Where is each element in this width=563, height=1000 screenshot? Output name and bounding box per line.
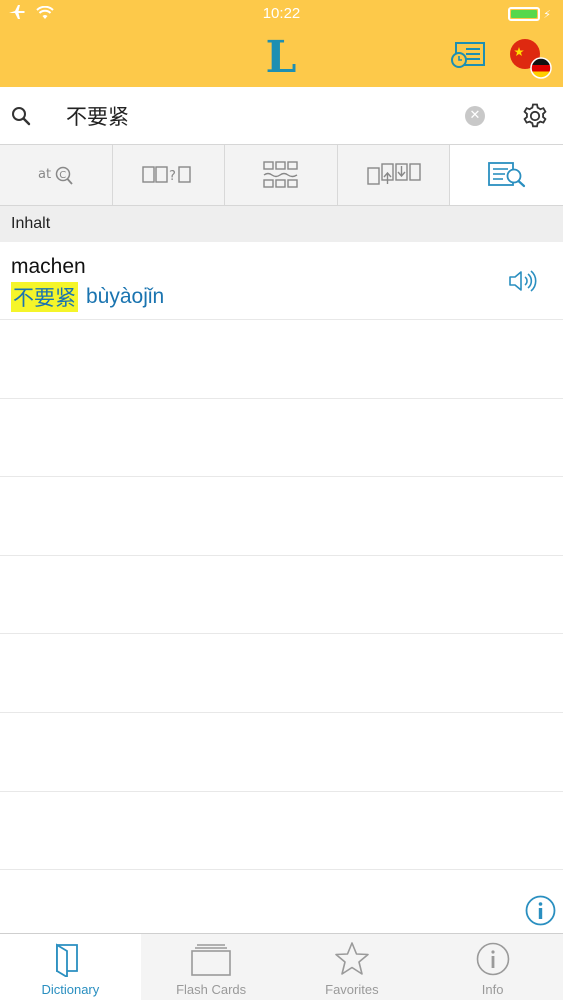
mode-tab-flashcard-transfer[interactable]	[338, 145, 451, 205]
list-item	[0, 320, 563, 399]
close-icon: ✕	[469, 108, 481, 123]
entry-info-icon[interactable]	[525, 895, 556, 926]
list-item	[0, 399, 563, 478]
tab-info-label: Info	[481, 982, 504, 997]
germany-flag-icon	[530, 57, 552, 79]
gear-icon[interactable]	[521, 102, 549, 130]
list-item	[0, 477, 563, 556]
spellcheck-search-icon: at C	[38, 166, 73, 185]
mode-tab-grid-compare[interactable]	[225, 145, 338, 205]
book-icon	[56, 943, 79, 977]
list-item	[0, 634, 563, 713]
history-list-icon	[451, 42, 485, 68]
svg-text:?: ?	[169, 169, 176, 184]
status-bar: 10:22 ⚡	[0, 0, 563, 28]
tab-favorites[interactable]: Favorites	[282, 934, 423, 1000]
cards-icon	[191, 944, 231, 976]
mode-tab-character-guess[interactable]: ?	[113, 145, 226, 205]
star-icon	[335, 942, 369, 975]
mode-tab-spellcheck[interactable]: at C	[0, 145, 113, 205]
langenscheidt-logo: L	[262, 32, 300, 83]
mode-tab-fulltext-search[interactable]	[450, 145, 563, 205]
list-item	[0, 556, 563, 635]
result-headword: machen	[11, 255, 86, 278]
character-guess-icon: ?	[142, 166, 192, 184]
result-hanzi: 不要紧	[11, 282, 78, 312]
tab-info[interactable]: Info	[422, 934, 563, 1000]
mode-tab-spellcheck-text: at	[38, 167, 51, 182]
search-mode-tabs: at C ?	[0, 145, 563, 206]
result-pinyin: bùyàojǐn	[86, 285, 165, 308]
search-input[interactable]	[66, 99, 446, 133]
info-icon	[476, 942, 509, 976]
results-list: machen 不要紧 bùyàojǐn	[0, 242, 563, 933]
tab-flash-cards-label: Flash Cards	[176, 982, 247, 997]
bottom-tab-bar: Dictionary Flash Cards Favorites Info	[0, 933, 563, 1000]
fulltext-search-icon	[487, 162, 525, 188]
search-icon	[12, 107, 31, 126]
tab-dictionary-label: Dictionary	[41, 982, 100, 997]
speaker-icon[interactable]	[507, 268, 537, 294]
list-item	[0, 792, 563, 871]
logo-letter: L	[266, 34, 297, 76]
svg-text:C: C	[59, 170, 66, 181]
flashcard-transfer-icon	[366, 163, 421, 185]
list-item[interactable]: machen 不要紧 bùyàojǐn	[0, 242, 563, 320]
language-switch-button[interactable]	[508, 38, 552, 80]
list-item	[0, 713, 563, 792]
grid-compare-icon	[263, 161, 298, 188]
battery-icon: ⚡	[508, 7, 551, 21]
tab-flash-cards[interactable]: Flash Cards	[141, 934, 282, 1000]
app-header: 10:22 ⚡ L	[0, 0, 563, 87]
history-button[interactable]	[448, 40, 488, 72]
tab-favorites-label: Favorites	[325, 982, 379, 997]
status-time: 10:22	[262, 5, 301, 22]
clear-search-button[interactable]: ✕	[465, 106, 485, 126]
section-header: Inhalt	[0, 206, 563, 242]
search-bar: ✕	[0, 87, 563, 145]
result-translation: 不要紧 bùyàojǐn	[11, 282, 164, 312]
section-title: Inhalt	[11, 215, 51, 232]
tab-dictionary[interactable]: Dictionary	[0, 934, 141, 1000]
